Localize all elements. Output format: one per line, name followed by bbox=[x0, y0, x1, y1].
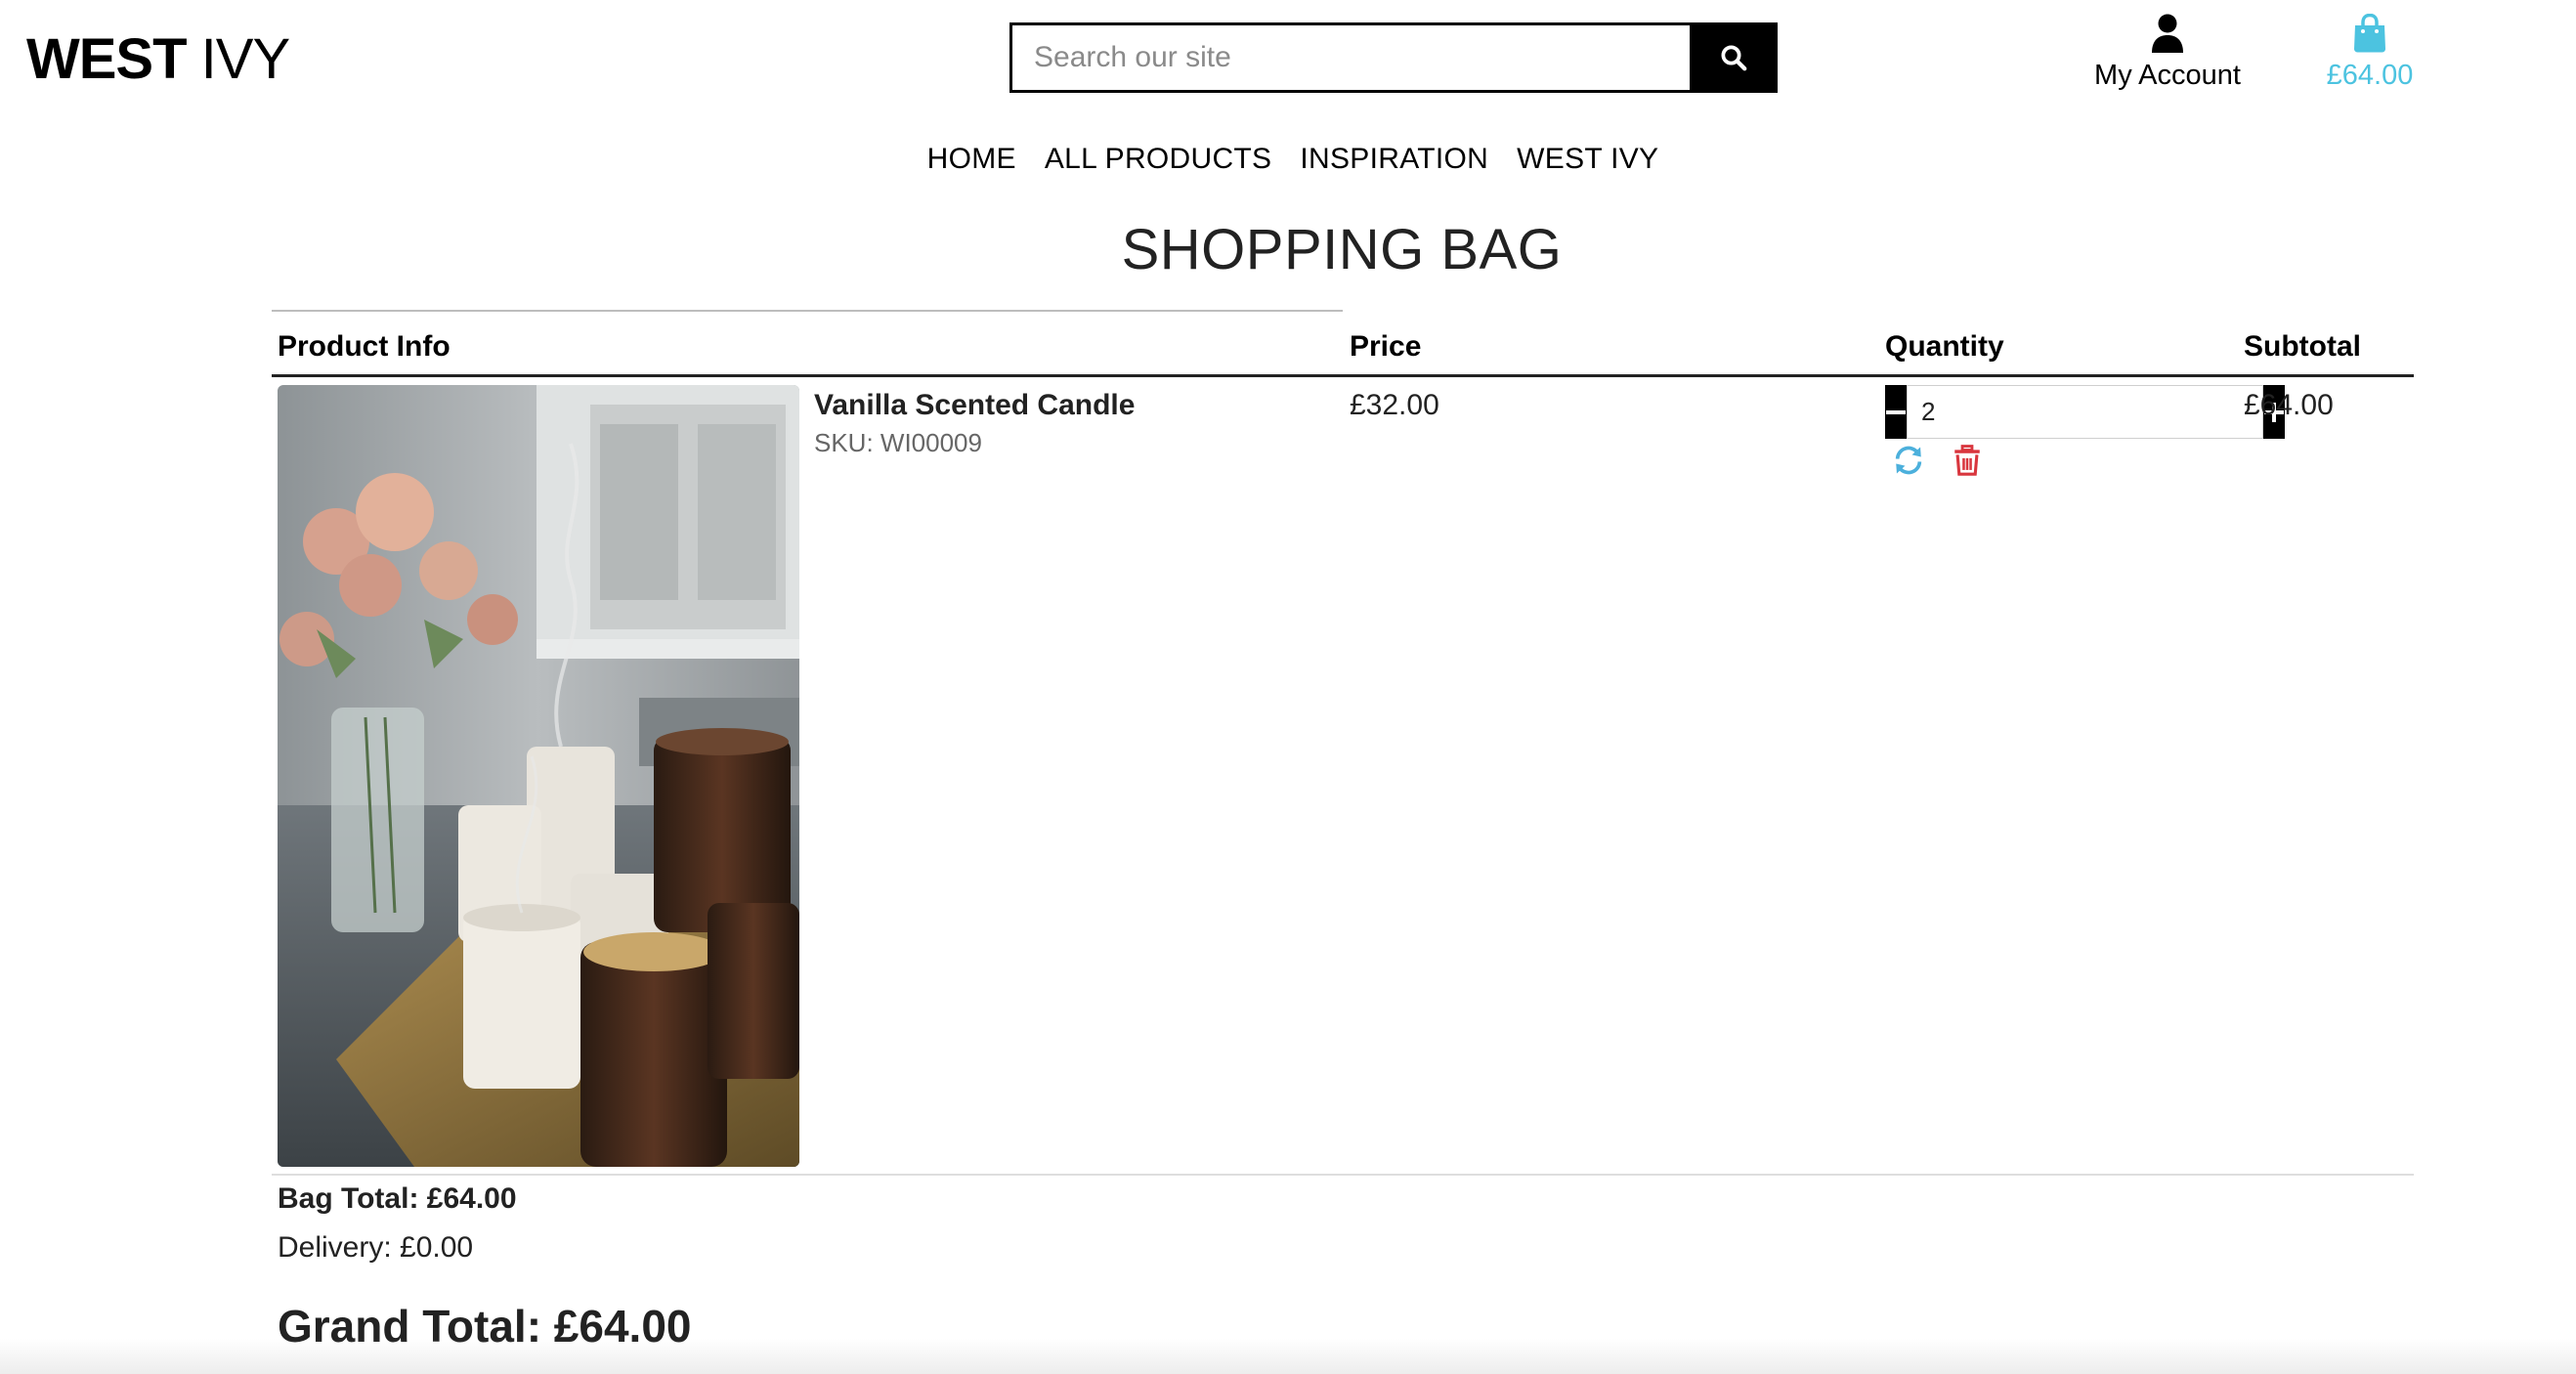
bag-total: Bag Total: £64.00 bbox=[278, 1182, 517, 1215]
logo-light-text: IVY bbox=[200, 27, 290, 91]
search-button[interactable] bbox=[1690, 22, 1778, 93]
nav-item-inspiration[interactable]: INSPIRATION bbox=[1300, 143, 1488, 176]
nav-item-home[interactable]: HOME bbox=[927, 143, 1016, 176]
header-quantity: Quantity bbox=[1885, 330, 2004, 363]
search-icon bbox=[1721, 45, 1747, 71]
remove-item-icon[interactable] bbox=[1951, 444, 1984, 477]
site-logo[interactable]: WEST IVY bbox=[26, 26, 290, 92]
product-name[interactable]: Vanilla Scented Candle bbox=[814, 389, 1135, 422]
page-title: SHOPPING BAG bbox=[1121, 218, 1563, 281]
search-input[interactable] bbox=[1009, 22, 1690, 93]
product-subtotal: £64.00 bbox=[2244, 389, 2334, 421]
product-sku: SKU: WI00009 bbox=[814, 428, 982, 457]
shopping-bag-icon bbox=[2354, 13, 2385, 53]
search-form bbox=[1009, 22, 1778, 93]
scroll-fade bbox=[0, 1339, 2576, 1374]
quantity-input[interactable] bbox=[1907, 385, 2263, 439]
main-nav: HOME ALL PRODUCTS INSPIRATION WEST IVY bbox=[0, 143, 2576, 176]
shopping-bag-link[interactable]: £64.00 bbox=[2311, 13, 2428, 92]
delivery-cost: Delivery: £0.00 bbox=[278, 1231, 474, 1264]
product-image bbox=[278, 385, 799, 1167]
logo-bold-text: WEST bbox=[26, 27, 188, 91]
bag-amount: £64.00 bbox=[2326, 60, 2414, 91]
my-account-link[interactable]: My Account bbox=[2082, 14, 2254, 92]
quantity-stepper bbox=[1885, 385, 2285, 439]
nav-item-west-ivy[interactable]: WEST IVY bbox=[1517, 143, 1658, 176]
decrement-button[interactable] bbox=[1885, 385, 1907, 439]
header-subtotal: Subtotal bbox=[2244, 330, 2361, 363]
minus-icon bbox=[1886, 409, 1906, 414]
user-icon bbox=[2152, 14, 2183, 53]
product-price: £32.00 bbox=[1350, 389, 1439, 421]
header-price: Price bbox=[1350, 330, 1422, 363]
update-quantity-icon[interactable] bbox=[1892, 444, 1925, 477]
my-account-label: My Account bbox=[2094, 60, 2241, 91]
row-divider bbox=[272, 1174, 2414, 1176]
header-product-info: Product Info bbox=[278, 330, 451, 363]
table-header-divider bbox=[272, 374, 2414, 377]
nav-item-all-products[interactable]: ALL PRODUCTS bbox=[1045, 143, 1272, 176]
title-divider bbox=[272, 310, 1343, 312]
